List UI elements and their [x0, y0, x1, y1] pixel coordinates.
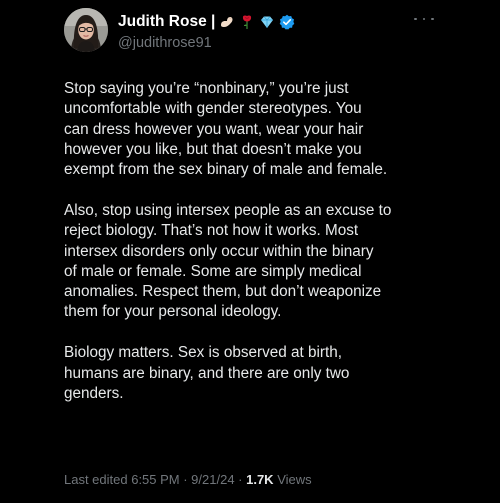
views-label: Views [273, 472, 312, 487]
views-count: 1.7K [246, 472, 274, 487]
author-name-row: Judith Rose | [118, 12, 418, 32]
rose-icon [239, 14, 255, 30]
tweet-text: Stop saying you’re “nonbinary,” you’re j… [64, 79, 444, 404]
tweet-paragraph: Also, stop using intersex people as an e… [64, 201, 392, 321]
tweet-meta: Last edited 6:55 PM · 9/21/24 · 1.7K Vie… [64, 472, 312, 487]
author-display-name[interactable]: Judith Rose | [118, 13, 215, 31]
edited-timestamp[interactable]: Last edited 6:55 PM · 9/21/24 · [64, 472, 246, 487]
author-block: Judith Rose | @judithrose91 [118, 12, 418, 51]
author-handle[interactable]: @judithrose91 [118, 35, 418, 51]
arm-icon [219, 14, 235, 30]
more-options-icon[interactable] [414, 12, 434, 26]
avatar-image [64, 8, 108, 52]
tweet-paragraph: Stop saying you’re “nonbinary,” you’re j… [64, 80, 388, 179]
diamond-icon [259, 14, 275, 30]
tweet: Judith Rose | @judithrose91 Stop saying … [0, 0, 500, 503]
verified-badge-icon[interactable] [279, 14, 295, 30]
tweet-paragraph: Biology matters. Sex is observed at birt… [64, 344, 350, 402]
avatar[interactable] [64, 8, 108, 52]
